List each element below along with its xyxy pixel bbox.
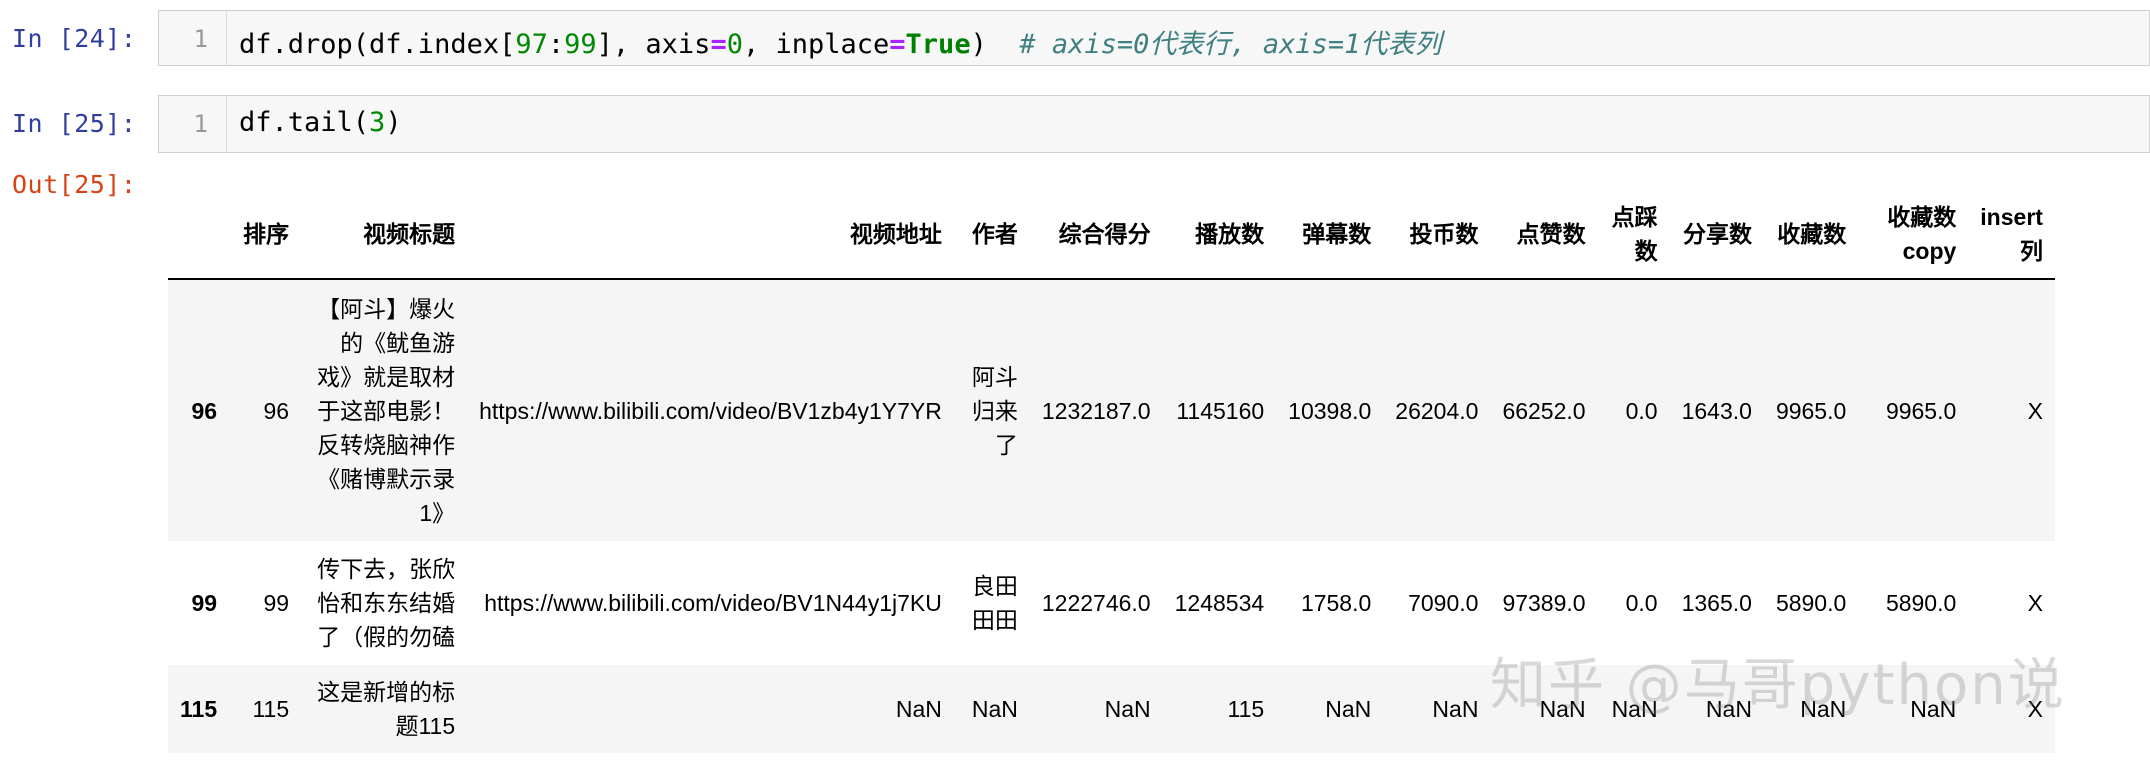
code-keyword: True [905,29,971,60]
line-number: 1 [193,110,208,138]
index-header [168,196,230,280]
row-index: 96 [191,397,218,424]
table-cell: 1232187.0 [1041,397,1151,424]
line-number: 1 [193,25,208,53]
table-cell: NaN [895,696,942,722]
watermark: 知乎 @马哥python说 [1490,653,2066,718]
column-header: 综合得分 [1029,196,1163,280]
table-cell: 10398.0 [1288,397,1372,424]
code-operator: = [889,29,906,60]
column-header: insert列 [1968,196,2055,280]
output-prompt: Out[25]: [12,170,137,199]
code-token: ], axis [596,29,711,60]
code-editor[interactable]: 1 df.tail(3) [158,95,2150,153]
code-operator: = [710,29,727,60]
table-cell: https://www.bilibili.com/video/BV1zb4y1Y… [479,397,942,424]
column-header: 弹幕数 [1276,196,1384,280]
table-cell: https://www.bilibili.com/video/BV1N44y1j… [484,590,942,616]
code-token: df.drop(df.index[ [239,29,516,60]
code-line[interactable]: df.drop(df.index[97:99], axis=0, inplace… [239,22,1441,61]
table-cell: 115 [252,696,290,722]
table-cell: 99 [263,590,290,616]
column-header: 播放数 [1162,196,1277,280]
code-token: , inplace [742,29,890,60]
column-header: 收藏数copy [1858,196,1969,280]
table-cell: 66252.0 [1502,397,1586,424]
line-gutter: 1 [159,96,227,152]
column-header: 点赞数 [1490,196,1598,280]
column-header: 视频地址 [467,196,954,280]
column-header: 视频标题 [301,196,468,280]
table-cell: X [2027,397,2043,424]
code-token: ) [385,107,402,138]
row-index: 115 [180,696,218,722]
table-cell: 9965.0 [1885,397,1957,424]
table-cell: NaN [971,696,1018,722]
table-cell: 1643.0 [1681,397,1752,424]
table-cell: 26204.0 [1395,397,1479,424]
table-cell: 【阿斗】爆火的《鱿鱼游戏》就是取材于这部电影！反转烧脑神作《赌博默示录1》 [317,295,456,526]
table-cell: 这是新增的标题115 [317,679,456,739]
column-header: 收藏数 [1763,196,1859,280]
input-prompt: In [24]: [12,24,137,53]
table-cell: 1758.0 [1300,590,1372,616]
table-cell: NaN [1432,696,1479,722]
code-number: 3 [369,107,386,138]
table-cell: 7090.0 [1408,590,1479,616]
code-token: df.tail( [239,107,370,138]
table-cell: 9965.0 [1775,397,1847,424]
column-header: 排序 [229,196,302,280]
column-header: 作者 [953,196,1030,280]
code-editor[interactable]: 1 df.drop(df.index[97:99], axis=0, inpla… [158,10,2150,66]
table-cell: 传下去，张欣怡和东东结婚了（假的勿磕 [317,556,456,650]
code-token: ) [970,29,1020,60]
table-header-row: 排序 视频标题 视频地址 作者 综合得分 播放数 弹幕数 投币数 点赞数 点踩数… [168,196,2055,280]
table-cell: NaN [1104,696,1151,722]
column-header: 分享数 [1669,196,1764,280]
line-gutter: 1 [159,11,227,65]
code-number: 97 [515,29,548,60]
input-prompt: In [25]: [12,109,137,138]
column-header: 投币数 [1383,196,1491,280]
code-number: 0 [726,29,743,60]
table-cell: 115 [1227,696,1265,722]
table-row: 96 96 【阿斗】爆火的《鱿鱼游戏》就是取材于这部电影！反转烧脑神作《赌博默示… [168,279,2055,541]
table-cell: 96 [263,397,290,424]
code-line[interactable]: df.tail(3) [239,107,402,138]
table-cell: NaN [1325,696,1372,722]
column-header: 点踩数 [1597,196,1670,280]
row-index: 99 [191,590,218,616]
table-cell: 良田田田 [971,573,1018,633]
code-comment: # axis=0代表行, axis=1代表列 [1019,29,1442,60]
table-cell: 1248534 [1174,590,1265,616]
table-cell: 0.0 [1625,397,1658,424]
code-token: : [547,29,565,60]
code-number: 99 [564,29,597,60]
table-cell: 1145160 [1176,397,1265,424]
table-cell: 阿斗归来了 [971,363,1018,458]
table-cell: 1222746.0 [1041,590,1151,616]
